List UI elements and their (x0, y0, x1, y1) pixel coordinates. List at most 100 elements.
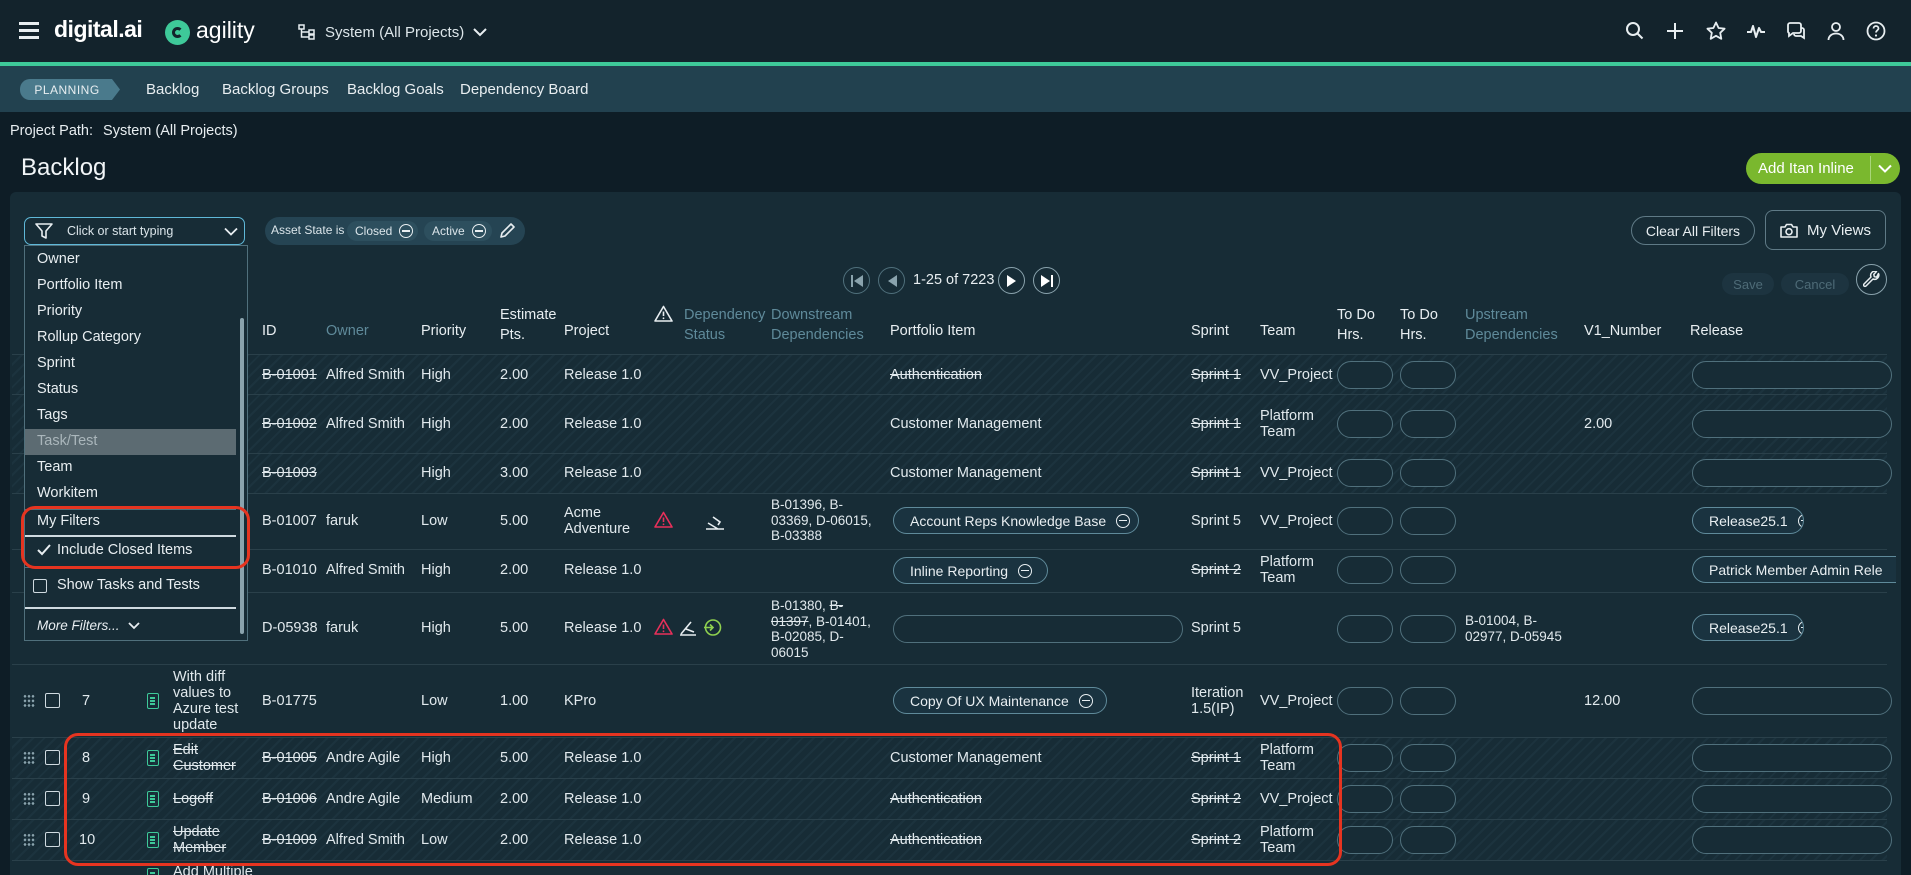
release-input[interactable] (1692, 459, 1892, 487)
nav-backlog-goals[interactable]: Backlog Goals (347, 81, 444, 98)
row-id[interactable]: B-01003 (262, 465, 317, 481)
column-header-project[interactable]: Project (564, 321, 609, 341)
row-id[interactable]: B-01001 (262, 367, 317, 383)
column-header-priority[interactable]: Priority (421, 321, 466, 341)
portfolio-tag[interactable]: Inline Reporting (893, 557, 1048, 584)
dependency-status-icon[interactable] (678, 620, 698, 636)
column-header-sprint[interactable]: Sprint (1191, 321, 1229, 341)
pager-last-button[interactable] (1033, 267, 1060, 294)
row-checkbox[interactable] (45, 693, 60, 708)
todo-hrs-input[interactable] (1400, 615, 1456, 643)
column-header-estimate[interactable]: Estimate Pts. (500, 305, 556, 345)
todo-hrs-input[interactable] (1400, 459, 1456, 487)
search-icon[interactable] (1624, 20, 1646, 42)
column-header-todo-hrs-2[interactable]: To Do Hrs. (1400, 305, 1438, 345)
drag-handle-icon[interactable] (23, 694, 35, 708)
settings-wrench-button[interactable] (1856, 264, 1887, 295)
row-id[interactable]: B-01002 (262, 416, 317, 432)
remove-icon[interactable] (471, 224, 486, 238)
todo-hrs-input[interactable] (1400, 556, 1456, 584)
row-checkbox[interactable] (45, 750, 60, 765)
pager-next-button[interactable] (998, 267, 1025, 294)
remove-icon[interactable] (1116, 513, 1131, 528)
edit-pencil-icon[interactable] (498, 222, 516, 240)
column-header-id[interactable]: ID (262, 321, 277, 341)
todo-hrs-input[interactable] (1400, 826, 1456, 854)
row-checkbox[interactable] (45, 791, 60, 806)
drag-handle-icon[interactable] (23, 833, 35, 847)
dropdown-item-team[interactable]: Team (37, 459, 72, 475)
state-active-chip[interactable]: Active (424, 221, 492, 241)
todo-hrs-input[interactable] (1400, 410, 1456, 438)
portfolio-tag[interactable]: Copy Of UX Maintenance (893, 687, 1107, 714)
release-tag[interactable]: Patrick Member Admin Rele (1692, 556, 1896, 583)
filter-input[interactable]: Click or start typing (24, 217, 245, 245)
row-downstream[interactable]: B-01380, B- 01397, B-01401, B-02085, D- 060… (771, 598, 883, 660)
user-icon[interactable] (1825, 20, 1847, 42)
drag-handle-icon[interactable] (23, 751, 35, 765)
portfolio-tag[interactable]: Account Reps Knowledge Base (893, 507, 1139, 534)
remove-icon[interactable] (399, 224, 414, 238)
planning-section-badge[interactable]: PLANNING (20, 79, 120, 100)
column-header-dependency-status[interactable]: Dependency Status (684, 305, 765, 345)
release-input[interactable] (1692, 687, 1892, 715)
show-tasks-checkbox[interactable] (33, 579, 47, 593)
dependency-status-icon[interactable] (704, 514, 726, 530)
chat-icon[interactable] (1785, 20, 1807, 42)
chevron-down-icon[interactable] (1878, 164, 1892, 173)
todo-hrs-input[interactable] (1337, 361, 1393, 389)
release-input[interactable] (1692, 785, 1892, 813)
pager-prev-button[interactable] (878, 267, 905, 294)
my-views-button[interactable]: My Views (1765, 210, 1886, 250)
todo-hrs-input[interactable] (1337, 410, 1393, 438)
row-portfolio[interactable]: Customer Management (890, 416, 1042, 432)
column-header-todo-hrs-1[interactable]: To Do Hrs. (1337, 305, 1375, 345)
menu-icon[interactable] (19, 22, 39, 39)
todo-hrs-input[interactable] (1400, 744, 1456, 772)
dropdown-item-owner[interactable]: Owner (37, 251, 80, 267)
project-selector[interactable]: System (All Projects) (298, 21, 487, 43)
project-path-value[interactable]: System (All Projects) (103, 123, 238, 139)
release-tag[interactable]: Release25.1 (1692, 614, 1804, 641)
release-input[interactable] (1692, 826, 1892, 854)
row-id[interactable]: D-05938 (262, 620, 318, 636)
row-portfolio[interactable]: Customer Management (890, 465, 1042, 481)
dropdown-scrollbar[interactable] (240, 318, 244, 634)
column-header-owner[interactable]: Owner (326, 321, 369, 341)
nav-backlog-groups[interactable]: Backlog Groups (222, 81, 329, 98)
save-button[interactable]: Save (1722, 273, 1774, 295)
dropdown-item-workitem[interactable]: Workitem (37, 485, 98, 501)
show-tasks-and-tests-option[interactable]: Show Tasks and Tests (57, 577, 200, 593)
more-filters-link[interactable]: More Filters... (37, 618, 140, 633)
pager-first-button[interactable] (843, 267, 870, 294)
release-input[interactable] (1692, 361, 1892, 389)
row-title[interactable]: With diff values to Azure test update (173, 669, 253, 733)
dropdown-item-task-test[interactable]: Task/Test (37, 433, 97, 449)
todo-hrs-input[interactable] (1337, 615, 1393, 643)
row-id[interactable]: B-01007 (262, 513, 317, 529)
release-input[interactable] (1692, 744, 1892, 772)
dropdown-item-rollup-category[interactable]: Rollup Category (37, 329, 141, 345)
row-upstream[interactable]: B-01004, B-02977, D-05945 (1465, 613, 1577, 645)
nav-backlog[interactable]: Backlog (146, 81, 199, 98)
dropdown-item-tags[interactable]: Tags (37, 407, 68, 423)
remove-icon[interactable] (1797, 513, 1803, 528)
todo-hrs-input[interactable] (1337, 744, 1393, 772)
row-portfolio[interactable]: Authentication (890, 367, 982, 383)
todo-hrs-input[interactable] (1400, 507, 1456, 535)
row-downstream[interactable]: B-01396, B-03369, D-06015, B-03388 (771, 497, 883, 544)
column-header-portfolio-item[interactable]: Portfolio Item (890, 321, 975, 341)
warning-icon[interactable] (654, 511, 673, 528)
cancel-button[interactable]: Cancel (1781, 273, 1849, 295)
dropdown-item-portfolio-item[interactable]: Portfolio Item (37, 277, 122, 293)
todo-hrs-input[interactable] (1400, 785, 1456, 813)
remove-icon[interactable] (1018, 563, 1033, 578)
todo-hrs-input[interactable] (1337, 785, 1393, 813)
row-checkbox[interactable] (45, 832, 60, 847)
warning-icon[interactable] (654, 618, 673, 635)
add-item-button[interactable]: Add Itan Inline (1746, 153, 1900, 184)
todo-hrs-input[interactable] (1337, 507, 1393, 535)
plus-icon[interactable] (1664, 20, 1686, 42)
dropdown-item-sprint[interactable]: Sprint (37, 355, 75, 371)
column-header-downstream[interactable]: Downstream Dependencies (771, 305, 864, 345)
